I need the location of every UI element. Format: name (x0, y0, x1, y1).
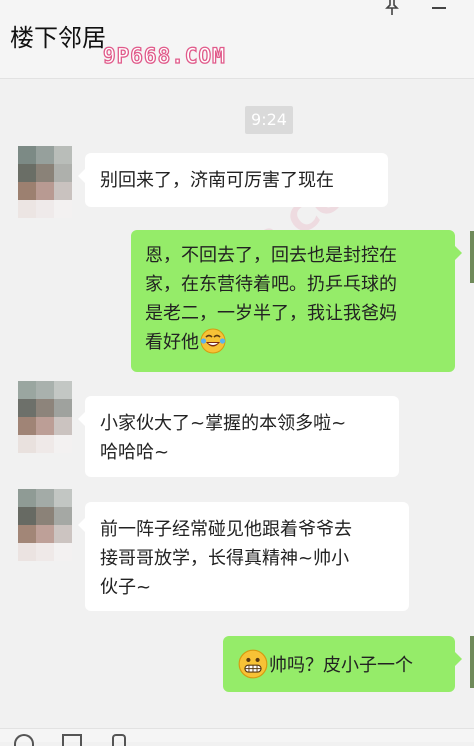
chat-title: 楼下邻居 (10, 24, 106, 52)
message-bubble[interactable]: 前一阵子经常碰见他跟着爷爷去 接哥哥放学，长得真精神~帅小 伙子~ (78, 502, 409, 611)
message-line: 伙子~ (100, 577, 152, 598)
avatar[interactable] (18, 146, 72, 218)
own-avatar-edge (470, 231, 474, 283)
site-watermark: 9P668.COM (102, 43, 226, 68)
message-line: 家，在东营待着吧。扔乒乓球的 (145, 274, 397, 295)
message-line: 是老二，一岁半了，我让我爸妈 (145, 303, 397, 324)
avatar[interactable] (18, 489, 72, 561)
message-timestamp: 9:24 (245, 106, 293, 134)
folder-tool-icon[interactable] (62, 734, 82, 746)
laughing-tears-emoji (200, 328, 226, 354)
message-line: 小家伙大了~掌握的本领多啦~ (100, 413, 347, 434)
message-text: 别回来了，济南可厉害了现在 (100, 170, 334, 191)
pin-icon[interactable] (383, 0, 401, 16)
message-line: 看好他 (145, 332, 199, 353)
message-bubble[interactable]: 恩，不回去了，回去也是封控在 家，在东营待着吧。扔乒乓球的 是老二，一岁半了，我… (131, 230, 462, 372)
message-bubble[interactable]: 帅吗？皮小子一个 (223, 636, 462, 692)
message-line: 哈哈哈~ (100, 442, 170, 463)
minimize-icon[interactable] (432, 7, 446, 9)
message-bubble[interactable]: 别回来了，济南可厉害了现在 (78, 153, 388, 207)
message-line: 恩，不回去了，回去也是封控在 (145, 245, 397, 266)
grinning-emoji (238, 649, 268, 679)
chat-header: 楼下邻居 9P668.COM (0, 0, 474, 79)
message-line: 接哥哥放学，长得真精神~帅小 (100, 548, 350, 569)
message-bubble[interactable]: 小家伙大了~掌握的本领多啦~ 哈哈哈~ (78, 396, 399, 477)
scissors-tool-icon[interactable] (112, 734, 126, 746)
message-text: 帅吗？皮小子一个 (269, 655, 413, 676)
message-line: 前一阵子经常碰见他跟着爷爷去 (100, 519, 352, 540)
avatar[interactable] (18, 381, 72, 453)
own-avatar-edge (470, 636, 474, 688)
